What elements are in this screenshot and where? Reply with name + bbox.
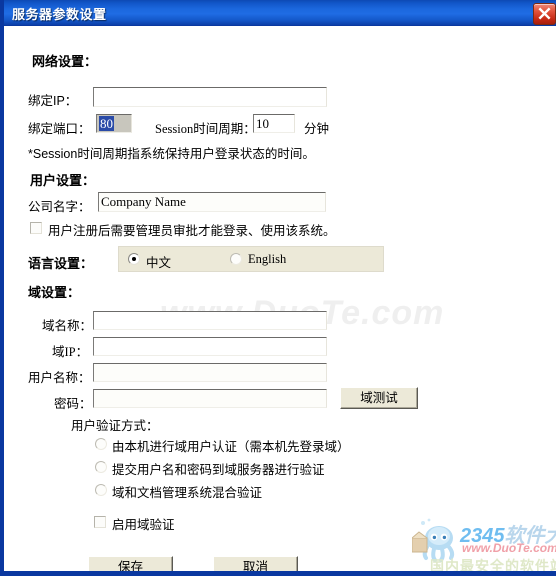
logo-wordmark: 2345软件大全 [460, 519, 556, 548]
logo-2345-text: 2345 [460, 525, 505, 547]
close-icon [538, 7, 551, 20]
language-label-chinese: 中文 [146, 256, 172, 270]
company-name-label: 公司名字： [28, 200, 91, 214]
domain-password-label: 密码： [54, 397, 92, 411]
domain-ip-label: 域IP： [52, 345, 89, 359]
duote-logo-watermark: 2345软件大全 www.DuoTe.com 国内最安全的软件站 [412, 514, 556, 571]
dialog-client-area: www.DuoTe.com 2345软件大全 [8, 26, 556, 571]
domain-section-title: 域设置： [28, 285, 81, 300]
cancel-button-label: 取消 [242, 560, 268, 571]
session-unit-label: 分钟 [304, 122, 330, 136]
domain-user-input[interactable] [93, 363, 327, 382]
language-section-title: 语言设置： [28, 256, 94, 271]
require-approval-checkbox[interactable] [30, 222, 42, 234]
bind-ip-input[interactable] [93, 87, 327, 107]
domain-name-label: 域名称： [42, 319, 93, 333]
session-note: *Session时间周期指系统保持用户登录状态的时间。 [28, 147, 315, 161]
bind-port-label: 绑定端口： [28, 122, 91, 136]
bind-ip-label: 绑定IP： [28, 94, 78, 108]
bind-port-input[interactable]: 80 [96, 114, 132, 133]
logo-url-text: www.DuoTe.com [462, 541, 556, 555]
auth-label-submit-credentials: 提交用户名和密码到域服务器进行验证 [112, 463, 325, 477]
domain-test-button-label: 域测试 [360, 391, 398, 405]
enable-domain-auth-label: 启用域验证 [112, 518, 175, 532]
logo-soft-text: 软件大全 [504, 525, 556, 547]
auth-radio-local-domain[interactable] [95, 438, 107, 450]
company-name-input[interactable] [98, 192, 326, 212]
language-radio-chinese[interactable] [128, 253, 140, 265]
domain-user-label: 用户名称： [28, 371, 91, 385]
session-period-input[interactable] [253, 114, 295, 133]
network-section-title: 网络设置： [32, 54, 98, 69]
domain-name-input[interactable] [93, 311, 327, 330]
auth-label-local-domain: 由本机进行域用户认证（需本机先登录域） [112, 440, 350, 454]
save-button-label: 保存 [117, 560, 143, 571]
enable-domain-auth-checkbox[interactable] [94, 516, 106, 528]
language-label-english: English [248, 252, 287, 266]
close-button[interactable] [533, 3, 556, 25]
require-approval-label: 用户注册后需要管理员审批才能登录、使用该系统。 [48, 224, 336, 238]
logo-slogan-text: 国内最安全的软件站 [430, 558, 556, 571]
user-section-title: 用户设置： [30, 173, 96, 188]
auth-radio-mixed[interactable] [95, 484, 107, 496]
auth-radio-submit-credentials[interactable] [95, 461, 107, 473]
settings-dialog-window: 服务器参数设置 www.DuoTe.com [0, 0, 556, 576]
cancel-button[interactable]: 取消 [213, 556, 298, 571]
octopus-mascot-icon [412, 518, 455, 562]
window-title: 服务器参数设置 [12, 7, 107, 22]
domain-password-input[interactable] [93, 389, 327, 408]
domain-test-button[interactable]: 域测试 [340, 387, 418, 409]
radio-dot-icon [132, 257, 136, 261]
save-button[interactable]: 保存 [88, 556, 173, 571]
domain-ip-input[interactable] [93, 337, 327, 356]
auth-label-mixed: 域和文档管理系统混合验证 [112, 486, 263, 500]
titlebar: 服务器参数设置 [4, 0, 556, 26]
auth-method-title: 用户验证方式： [71, 419, 159, 433]
bind-port-value: 80 [99, 116, 114, 131]
language-radio-english[interactable] [230, 253, 242, 265]
session-period-label: Session时间周期： [155, 122, 256, 136]
